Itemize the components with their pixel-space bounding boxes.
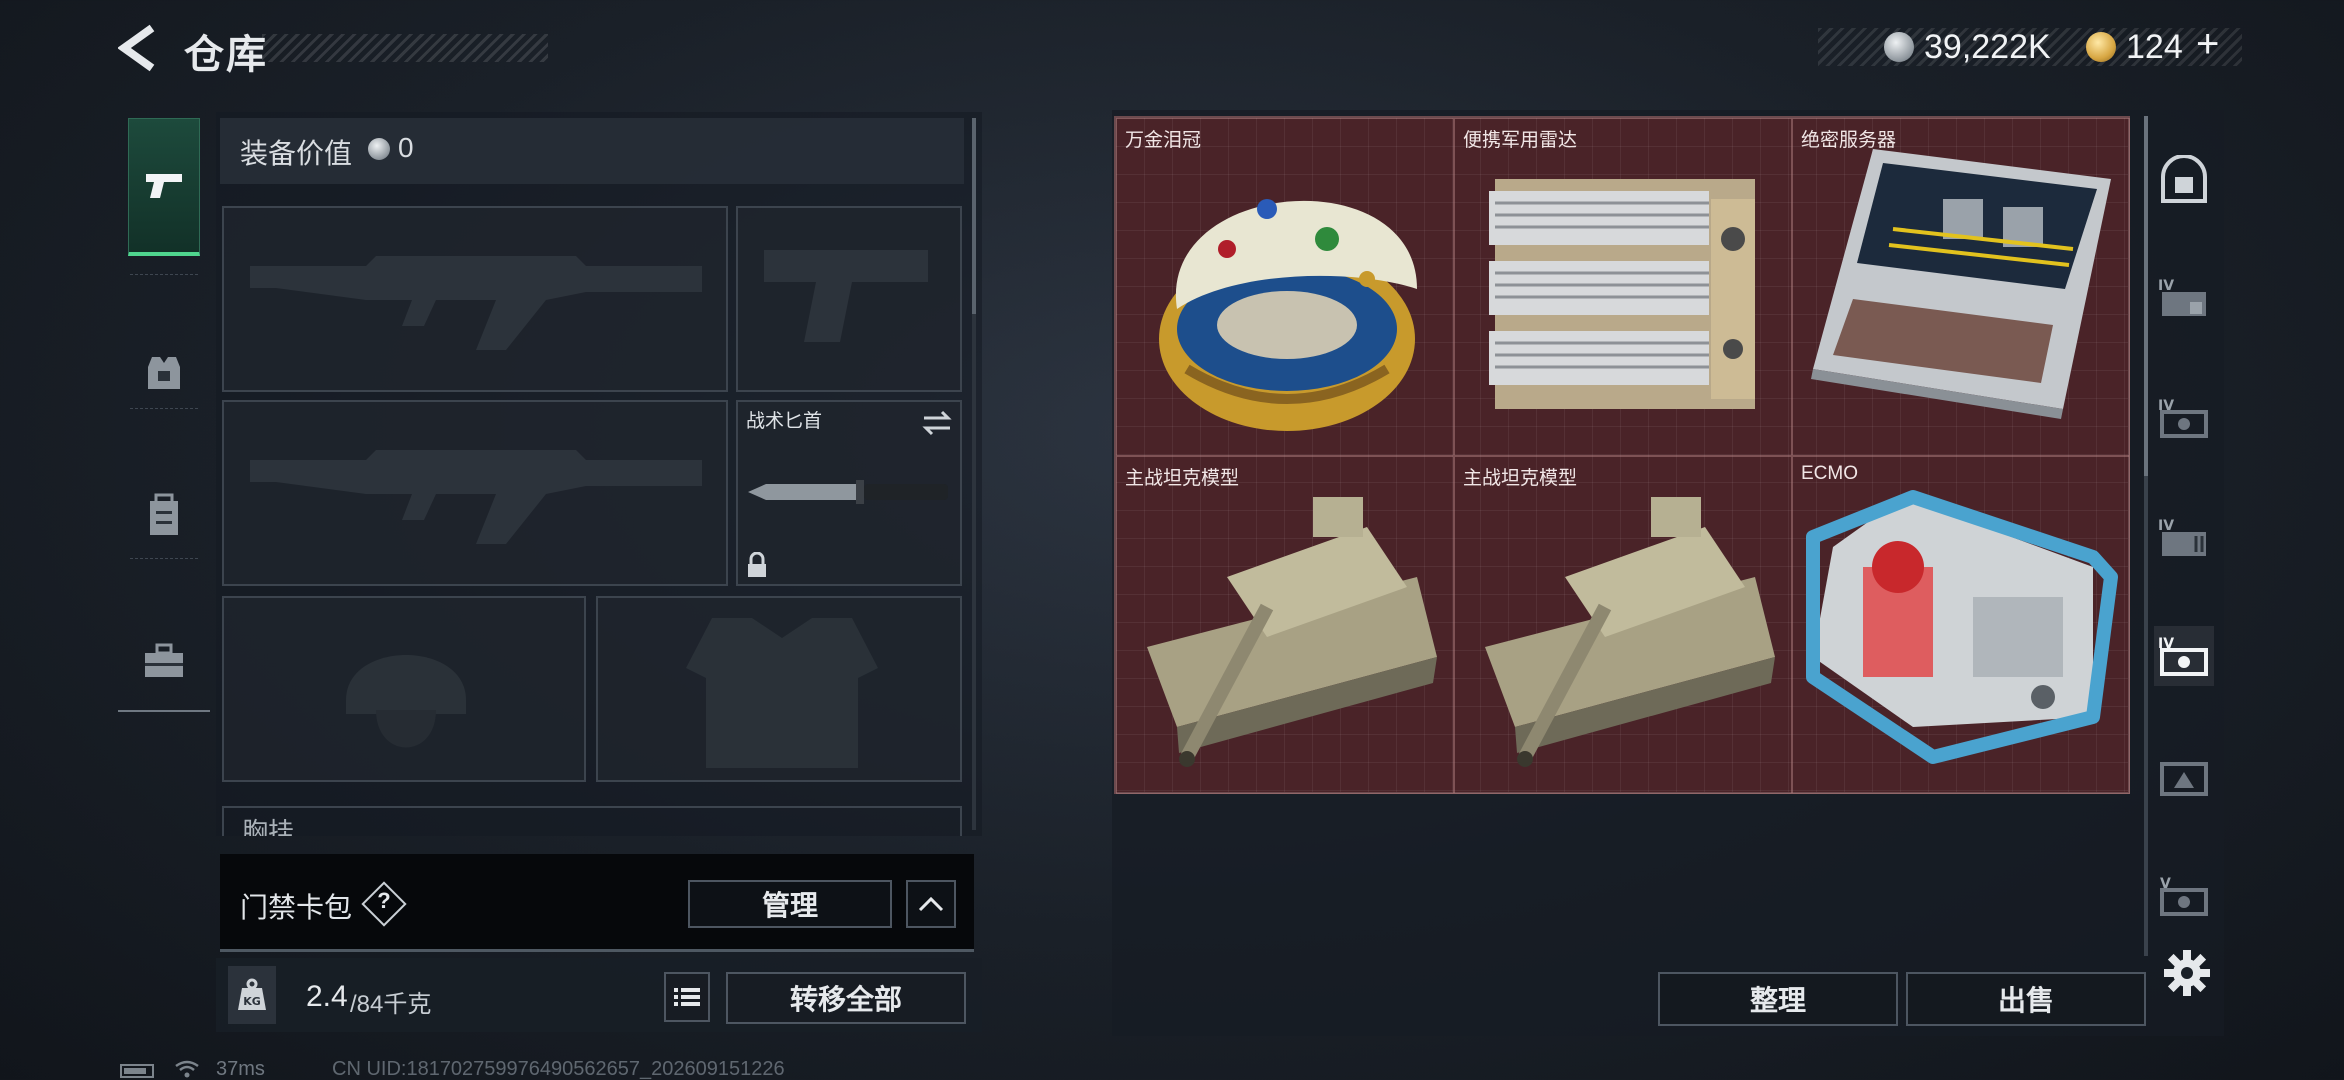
side-tab-container-4[interactable]: IV [2154, 626, 2214, 686]
item-name: 万金泪冠 [1125, 130, 1202, 151]
nav-item-toolbox[interactable] [128, 592, 200, 730]
side-tab-container-6[interactable]: V [2154, 866, 2214, 926]
manage-button[interactable]: 管理 [688, 880, 892, 928]
container-icon [2160, 762, 2208, 796]
gear-icon[interactable] [2162, 948, 2212, 998]
title-stripe [262, 34, 548, 62]
primary-weapon-slot-1[interactable] [222, 206, 728, 392]
item-name: ECMO [1801, 463, 1858, 484]
item-name: 绝密服务器 [1801, 130, 1897, 151]
gold-coin-icon [2086, 32, 2116, 62]
armor-placeholder-icon [686, 618, 878, 768]
pistol-icon [146, 173, 182, 198]
primary-weapon-slot-2[interactable] [222, 400, 728, 586]
collapse-button[interactable] [906, 880, 956, 928]
server-icon [1811, 149, 2111, 419]
armor-slot[interactable] [596, 596, 962, 782]
side-tab-safe-box[interactable] [2154, 150, 2214, 210]
stash-item[interactable]: 主战坦克模型 [1454, 456, 1792, 794]
equipment-value-label: 装备价值 [240, 138, 353, 169]
side-tab-container-2[interactable]: IV [2154, 388, 2214, 448]
list-view-button[interactable] [664, 972, 710, 1022]
rifle-placeholder-icon [250, 450, 702, 544]
swap-icon[interactable] [922, 410, 952, 436]
stash-item[interactable]: 便携军用雷达 [1454, 118, 1792, 456]
gold-currency-value: 124 [2126, 28, 2183, 66]
side-nav-scrollbar-thumb[interactable] [2144, 116, 2148, 476]
ping-text: 37ms [216, 1058, 265, 1080]
side-tab-container-3[interactable]: IV [2154, 508, 2214, 568]
battery-icon [120, 1064, 154, 1078]
container-iv-icon: IV [2158, 278, 2206, 316]
weight-icon: KG [228, 966, 276, 1024]
knife-slot[interactable]: 战术匕首 [736, 400, 962, 586]
backpack-icon [150, 493, 178, 535]
portable-radar-icon [1489, 179, 1755, 409]
page-title: 仓库 [184, 33, 268, 77]
sell-button[interactable]: 出售 [1906, 972, 2146, 1026]
knife-slot-label: 战术匕首 [746, 411, 823, 432]
container-iv-icon: IV [2158, 636, 2208, 676]
ecmo-machine-icon [1806, 490, 2118, 764]
side-tab-container-1[interactable]: IV [2154, 268, 2214, 328]
weight-current: 2.4 [306, 980, 348, 1013]
nav-item-weapons[interactable] [128, 118, 200, 256]
equipment-scrollbar-thumb[interactable] [972, 118, 976, 314]
side-tab-container-5[interactable] [2154, 746, 2214, 806]
safe-box-icon [2161, 155, 2207, 203]
item-name: 便携军用雷达 [1463, 130, 1578, 151]
toolbox-icon [145, 643, 183, 677]
item-name: 主战坦克模型 [1125, 468, 1240, 489]
stash-item[interactable]: 绝密服务器 [1792, 118, 2130, 456]
transfer-all-button[interactable]: 转移全部 [726, 972, 966, 1024]
armor-vest-icon [148, 357, 180, 389]
help-icon[interactable]: ? [376, 888, 392, 914]
stash-item[interactable]: ECMO [1792, 456, 2130, 794]
helmet-slot[interactable] [222, 596, 586, 782]
svg-text:IV: IV [2158, 278, 2174, 294]
weight-max: /84千克 [350, 991, 432, 1018]
chest-rig-label: 胸挂 [242, 817, 295, 836]
jeweled-egg-icon [1159, 199, 1417, 431]
container-iv-icon: IV [2158, 518, 2206, 556]
category-nav [118, 108, 210, 712]
pistol-slot[interactable] [736, 206, 962, 392]
item-name: 主战坦克模型 [1463, 468, 1578, 489]
uid-text: CN UID:181702759976490562657_20260915122… [332, 1058, 785, 1080]
sort-button[interactable]: 整理 [1658, 972, 1898, 1026]
nav-item-armor[interactable] [128, 304, 200, 442]
stash-grid: 万金泪冠 便携军用雷达 绝密服务器 主战坦克模型 主战坦克模型 ECMO [1114, 116, 2130, 794]
chevron-up-icon [918, 896, 944, 912]
svg-text:KG: KG [243, 995, 261, 1008]
stash-item[interactable]: 万金泪冠 [1116, 118, 1454, 456]
back-arrow-icon[interactable] [118, 24, 158, 72]
wifi-icon [175, 1060, 199, 1078]
helmet-placeholder-icon [346, 655, 466, 748]
stash-item[interactable]: 主战坦克模型 [1116, 456, 1454, 794]
tank-model-icon [1147, 497, 1437, 767]
silver-coin-icon [1884, 32, 1914, 62]
silver-coin-icon [368, 138, 390, 160]
lock-icon [748, 552, 766, 577]
tank-model-icon [1485, 497, 1775, 767]
equipment-value: 0 [398, 132, 414, 163]
svg-text:IV: IV [2158, 518, 2174, 534]
pistol-placeholder-icon [764, 250, 928, 342]
container-v-icon: V [2160, 876, 2208, 916]
rifle-placeholder-icon [250, 256, 702, 350]
chest-rig-slot[interactable] [222, 806, 962, 836]
access-card-label: 门禁卡包 [240, 892, 353, 923]
container-iv-icon: IV [2158, 398, 2208, 438]
add-currency-button[interactable]: + [2196, 22, 2219, 67]
nav-item-backpack[interactable] [128, 446, 200, 584]
knife-icon [748, 480, 948, 504]
silver-currency-value: 39,222K [1924, 28, 2051, 66]
list-icon [674, 988, 700, 1006]
